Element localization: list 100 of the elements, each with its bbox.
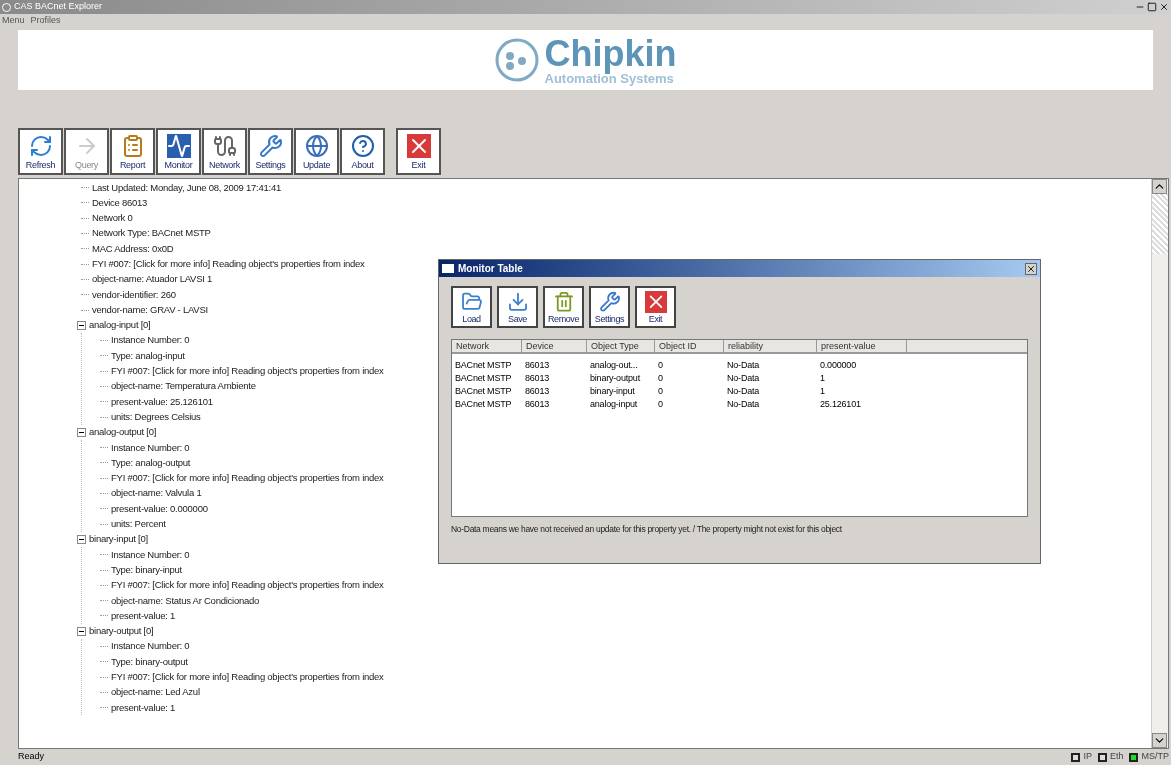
tree-item[interactable]: units: Percent — [111, 517, 166, 532]
table-cell-text: 1 — [819, 372, 826, 385]
tree-item[interactable]: MAC Address: 0x0D — [92, 241, 174, 256]
tree-item[interactable]: Instance Number: 0 — [111, 639, 190, 654]
toolbar-button[interactable]: About — [340, 128, 385, 175]
dialog-title: Monitor Table — [458, 262, 523, 276]
indicator-label: IP — [1083, 750, 1092, 764]
tree-item[interactable]: Network 0 — [92, 211, 133, 226]
tree-item[interactable]: Instance Number: 0 — [111, 333, 190, 348]
table-cell-text: BACnet MSTP — [454, 398, 513, 411]
toolbar-button[interactable]: Settings — [248, 128, 293, 175]
tree-item[interactable]: FYI #007: [Click for more info] Reading object's properties from index — [111, 471, 384, 486]
tree-item[interactable]: Device 86013 — [92, 195, 148, 211]
table-cell-text: BACnet MSTP — [454, 372, 513, 385]
column-header[interactable]: reliability — [724, 340, 817, 352]
table-cell-text: 0 — [657, 359, 664, 372]
collapse-icon[interactable] — [77, 626, 86, 636]
column-header[interactable]: Object ID — [655, 340, 724, 352]
column-header[interactable]: present-value — [817, 340, 907, 352]
table-cell-text: BACnet MSTP — [454, 385, 513, 398]
toolbar-button[interactable]: Exit — [635, 286, 676, 328]
table-cell-text: No-Data — [726, 359, 761, 372]
table-cell-text: binary-input — [589, 385, 636, 398]
tree-item[interactable]: object-name: Status Ar Condicionado — [111, 593, 260, 608]
tree-item[interactable]: object-name: Led Azul — [111, 685, 200, 700]
table-cell-text: 86013 — [524, 398, 551, 411]
toolbar-button[interactable]: Monitor — [156, 128, 201, 175]
folder-icon — [460, 291, 483, 313]
settings-icon — [258, 134, 283, 158]
table-cell-text: analog-out... — [589, 359, 639, 372]
window-icon — [442, 264, 454, 273]
scroll-down-icon[interactable] — [1152, 733, 1167, 748]
close-icon — [406, 134, 431, 158]
toolbar-button[interactable]: Network — [202, 128, 247, 175]
collapse-icon[interactable] — [77, 320, 86, 330]
status-text: Ready — [18, 750, 44, 764]
close-icon[interactable] — [1159, 2, 1169, 12]
tree-item[interactable]: vendor-name: GRAV - LAVSI — [92, 302, 208, 318]
settings-icon — [598, 291, 621, 313]
scrollbar[interactable] — [1151, 179, 1168, 748]
tree-item[interactable]: Type: analog-input — [111, 348, 185, 364]
table-cell-text: analog-input — [589, 398, 639, 411]
collapse-icon[interactable] — [77, 534, 86, 544]
tree-item[interactable]: Last Updated: Monday, June 08, 2009 17:41:41 — [92, 180, 281, 195]
refresh-icon — [28, 134, 53, 158]
tree-item[interactable]: Type: binary-input — [111, 562, 182, 578]
tree-item[interactable]: present-value: 25.126101 — [111, 394, 213, 409]
tree-item[interactable]: vendor-identifier: 260 — [92, 287, 176, 302]
column-header[interactable]: Object Type — [587, 340, 655, 352]
tree-item[interactable]: object-name: Temperatura Ambiente — [111, 379, 256, 394]
table-cell-text: binary-output — [589, 372, 641, 385]
table-cell-text: 86013 — [524, 385, 551, 398]
table-cell-text: 25.126101 — [819, 398, 862, 411]
logo-icon — [494, 38, 539, 82]
tree-item[interactable]: Instance Number: 0 — [111, 440, 190, 455]
tree-item[interactable]: present-value: 0.000000 — [111, 501, 208, 516]
tree-item[interactable]: Type: analog-output — [111, 455, 191, 471]
trash-icon — [552, 291, 575, 313]
tree-item[interactable]: FYI #007: [Click for more info] Reading object's properties from index — [111, 578, 384, 593]
tree-item[interactable]: FYI #007: [Click for more info] Reading object's properties from index — [111, 364, 384, 379]
tree-item[interactable]: Type: binary-output — [111, 654, 188, 669]
scroll-up-icon[interactable] — [1152, 179, 1167, 194]
toolbar-button[interactable]: Remove — [543, 286, 584, 328]
tree-item[interactable]: units: Degrees Celsius — [111, 409, 201, 425]
tree-item[interactable]: Instance Number: 0 — [111, 547, 190, 562]
menu-item[interactable]: Profiles — [30, 14, 61, 28]
tree-item[interactable]: FYI #007: [Click for more info] Reading object's properties from index — [92, 257, 365, 272]
scrollbar-thumb[interactable] — [1152, 194, 1168, 254]
cable-icon — [212, 134, 237, 158]
tree-item[interactable]: present-value: 1 — [111, 608, 176, 624]
tree-item[interactable]: present-value: 1 — [111, 700, 176, 715]
menu-item[interactable]: Menu — [2, 14, 25, 28]
tree-item[interactable]: analog-output [0] — [89, 425, 157, 440]
tree-item[interactable]: FYI #007: [Click for more info] Reading object's properties from index — [111, 670, 384, 685]
toolbar-button[interactable]: Exit — [396, 128, 441, 175]
toolbar-button[interactable]: Settings — [589, 286, 630, 328]
globe-icon — [304, 134, 329, 158]
table-cell-text: 0 — [657, 398, 664, 411]
toolbar-button[interactable]: Load — [451, 286, 492, 328]
table-cell-text: 0 — [657, 385, 664, 398]
tree-item[interactable]: Network Type: BACnet MSTP — [92, 226, 211, 241]
column-header[interactable]: Network — [452, 340, 522, 352]
restore-icon[interactable] — [1147, 2, 1157, 12]
tree-item[interactable]: binary-output [0] — [89, 624, 154, 639]
tree-item[interactable]: binary-input [0] — [89, 532, 148, 547]
tree-item[interactable]: analog-input [0] — [89, 318, 151, 333]
close-icon[interactable] — [1026, 263, 1036, 274]
tree-item[interactable]: object-name: Valvula 1 — [111, 486, 202, 501]
footer-note: No-Data means we have not received an update for this property yet. / The property might not exist for this object — [451, 523, 843, 536]
save-icon — [506, 291, 529, 313]
tree-item[interactable]: object-name: Atuador LAVSI 1 — [92, 272, 213, 287]
column-header[interactable]: Device — [522, 340, 587, 352]
toolbar-button[interactable]: Save — [497, 286, 538, 328]
toolbar-button[interactable]: Report — [110, 128, 155, 175]
table-cell-text: No-Data — [726, 385, 761, 398]
toolbar-button[interactable]: Refresh — [18, 128, 63, 175]
collapse-icon[interactable] — [77, 427, 86, 437]
toolbar-button[interactable]: Update — [294, 128, 339, 175]
table-cell-text: BACnet MSTP — [454, 359, 513, 372]
table-cell-text: 86013 — [524, 372, 551, 385]
